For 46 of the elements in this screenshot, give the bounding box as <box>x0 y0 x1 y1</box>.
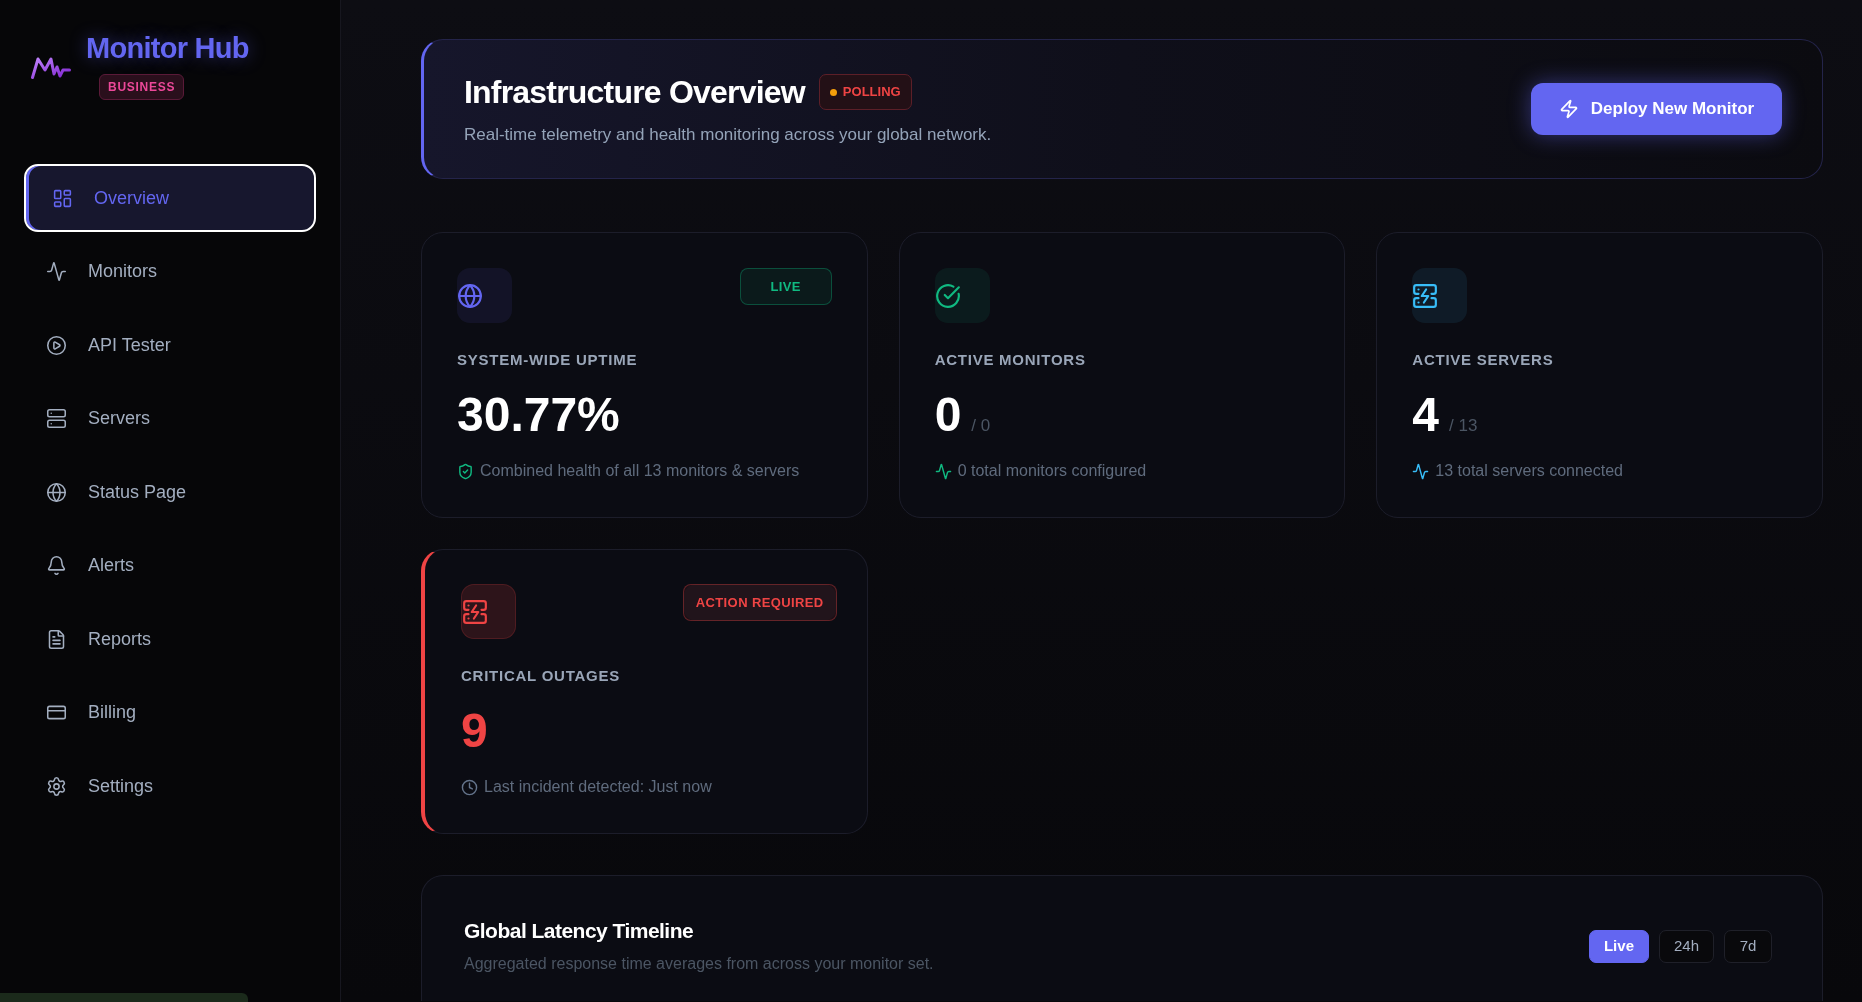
sidebar-item[interactable]: API Tester <box>24 311 316 379</box>
logo-icon <box>31 57 71 79</box>
server-icon <box>46 408 67 429</box>
page-subtitle: Real-time telemetry and health monitoring across your global network. <box>464 124 992 146</box>
sidebar-item[interactable]: Reports <box>24 605 316 673</box>
sidebar-item[interactable]: Status Page <box>24 458 316 526</box>
stat-caption: Last incident detected: Just now <box>484 777 712 797</box>
bell-icon <box>46 555 67 576</box>
globe-icon <box>46 481 67 503</box>
status-text: POLLING <box>842 84 901 100</box>
sidebar-item[interactable]: Alerts <box>24 531 316 600</box>
time-range-tab[interactable]: Live <box>1588 930 1649 963</box>
stat-value: 4 <box>1412 391 1440 439</box>
stat-caption: Combined health of all 13 monitors & servers <box>480 461 800 481</box>
dashboard-grid-icon <box>52 187 73 209</box>
brand-name: Monitor Hub <box>86 31 249 66</box>
stat-caption: 0 total monitors configured <box>957 461 1147 481</box>
lightning-icon <box>1558 99 1579 119</box>
stat-caption: 13 total servers connected <box>1435 461 1623 481</box>
stat-total: / 13 <box>1449 416 1478 436</box>
stat-label: CRITICAL OUTAGES <box>461 667 621 685</box>
sidebar-item[interactable]: Monitors <box>24 237 316 306</box>
pulse-icon <box>46 261 67 282</box>
sidebar-item[interactable]: Overview <box>24 164 316 232</box>
play-circle-icon <box>46 334 67 356</box>
stat-label: ACTIVE MONITORS <box>934 351 1087 369</box>
stat-label: SYSTEM-WIDE UPTIME <box>457 351 639 369</box>
settings-icon <box>46 775 67 797</box>
page-title: Infrastructure Overview <box>464 73 805 112</box>
plan-badge: BUSINESS <box>99 74 185 100</box>
time-range-tab[interactable]: 7d <box>1724 930 1772 963</box>
stat-value: 0 <box>934 391 962 439</box>
stat-total: / 0 <box>971 416 991 436</box>
sidebar-item[interactable]: Settings <box>24 752 316 820</box>
status-badge: LIVE <box>739 268 832 305</box>
section-subtitle: Aggregated response time averages from across your monitor set. <box>464 954 934 974</box>
stat-value: 9 <box>461 707 488 755</box>
status-badge: ACTION REQUIRED <box>682 584 837 621</box>
section-title: Global Latency Timeline <box>464 918 695 944</box>
stat-value: 30.77% <box>457 391 620 439</box>
sidebar-item[interactable]: Billing <box>24 678 316 747</box>
deploy-monitor-button[interactable]: Deploy New Monitor <box>1531 83 1782 135</box>
document-icon <box>46 628 67 650</box>
stat-label: ACTIVE SERVERS <box>1412 351 1555 369</box>
time-range-tab[interactable]: 24h <box>1658 930 1714 963</box>
sidebar-item[interactable]: Servers <box>24 384 316 453</box>
